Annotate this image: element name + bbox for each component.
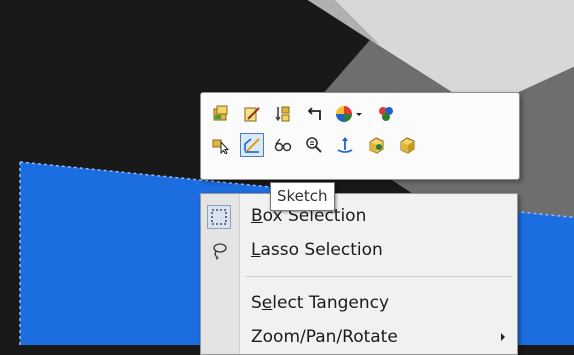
select-other-icon <box>212 139 230 154</box>
color-palette-icon <box>379 107 393 121</box>
sketch-icon <box>244 138 260 153</box>
feature-properties-button[interactable] <box>209 102 233 126</box>
show-hide-body-button[interactable] <box>364 133 388 157</box>
menu-item-label: Lasso Selection <box>251 240 383 260</box>
select-other-button[interactable] <box>209 133 233 157</box>
toolbar-row-2 <box>209 133 426 157</box>
feature-properties-icon <box>213 105 228 121</box>
toolbar-row-1 <box>209 102 405 126</box>
zoom-to-selection-icon <box>306 137 322 153</box>
menu-item-zoom-pan-rotate[interactable]: Zoom/Pan/Rotate <box>201 321 517 355</box>
sketch-button[interactable] <box>240 133 264 157</box>
appearance-dropdown-button[interactable] <box>333 102 367 126</box>
zoom-to-selection-button[interactable] <box>302 133 326 157</box>
rollback-button[interactable] <box>302 102 326 126</box>
suppress-button[interactable] <box>271 102 295 126</box>
sketch-tooltip: Sketch <box>270 182 335 211</box>
lasso-icon-slot <box>207 239 231 263</box>
normal-to-button[interactable] <box>333 133 357 157</box>
color-palette-button[interactable] <box>374 102 398 126</box>
isolate-body-icon <box>400 137 415 154</box>
menu-separator <box>245 276 513 277</box>
view-icon <box>274 138 292 152</box>
normal-to-icon <box>337 137 353 153</box>
appearance-dropdown-icon <box>336 106 362 122</box>
rollback-icon <box>307 107 321 120</box>
suppress-icon <box>275 106 290 122</box>
menu-item-select-tangency[interactable]: Select Tangency <box>201 287 517 321</box>
context-toolbar <box>200 92 520 180</box>
edit-feature-icon <box>244 107 260 122</box>
menu-item-lasso-selection[interactable]: Lasso Selection <box>201 234 517 268</box>
menu-item-accelerator: B <box>251 206 263 226</box>
isolate-body-button[interactable] <box>395 133 419 157</box>
box-select-icon <box>211 209 227 225</box>
menu-item-label: Select Tangency <box>251 293 390 313</box>
edit-feature-button[interactable] <box>240 102 264 126</box>
box-select-toggle[interactable] <box>207 205 231 229</box>
context-menu: Box Selection Lasso Selection Select Tan… <box>200 193 518 355</box>
show-hide-body-icon <box>369 137 384 154</box>
submenu-arrow-icon <box>501 333 505 341</box>
menu-item-accelerator: e <box>261 293 273 313</box>
lasso-icon <box>213 243 227 260</box>
view-button[interactable] <box>271 133 295 157</box>
menu-item-box-selection[interactable]: Box Selection <box>201 200 517 234</box>
